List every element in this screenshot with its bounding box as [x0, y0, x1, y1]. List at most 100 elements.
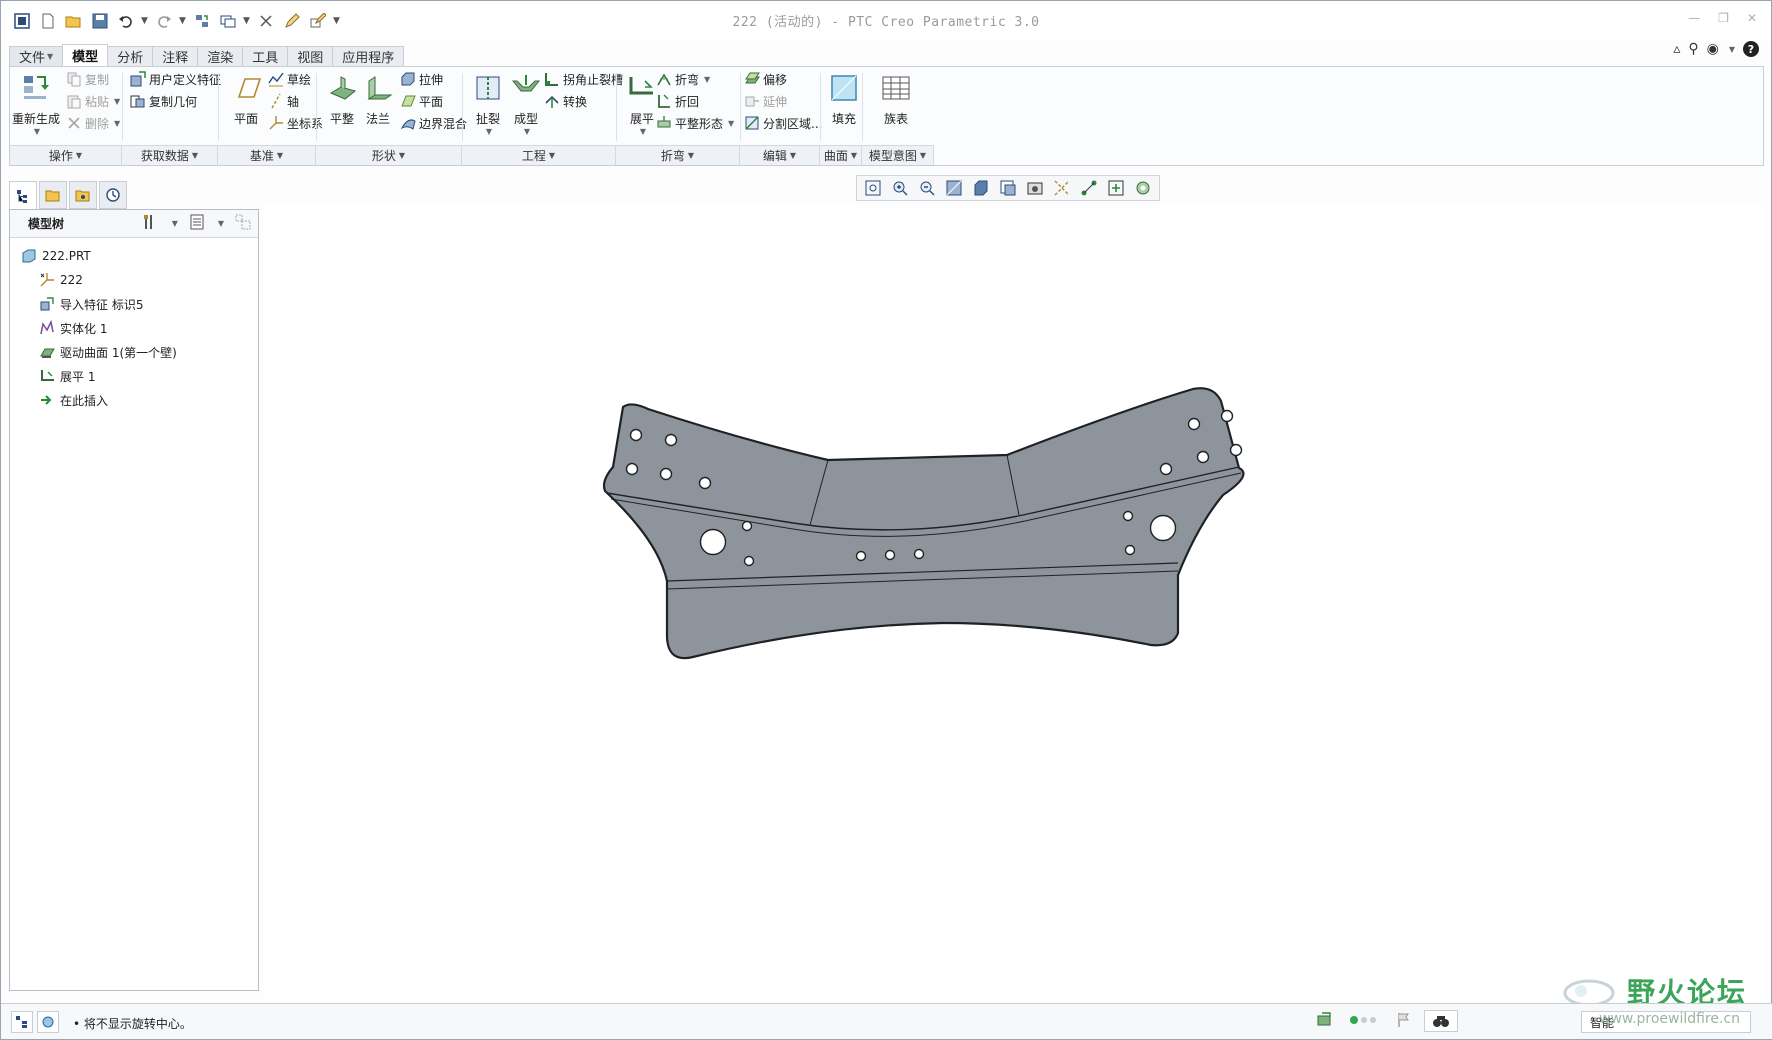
- tree-item-driving-surface[interactable]: 驱动曲面 1(第一个壁): [10, 340, 258, 364]
- model-tree-tab[interactable]: [9, 181, 37, 209]
- tree-item-solidify[interactable]: 实体化 1: [10, 316, 258, 340]
- boundary-blend-button[interactable]: 边界混合: [400, 113, 467, 133]
- offset-button[interactable]: 偏移: [744, 69, 787, 89]
- regenerate-button[interactable]: 重新生成 ▼: [12, 69, 60, 141]
- sketch-button[interactable]: 草绘: [268, 69, 311, 89]
- fill-button[interactable]: 填充: [822, 69, 866, 141]
- csys-icon: [268, 115, 284, 131]
- refit-icon[interactable]: [861, 177, 885, 199]
- group-engineering[interactable]: 工程 ▼: [462, 145, 616, 165]
- bend-back-button[interactable]: 折回: [656, 91, 699, 111]
- plane-button[interactable]: 平面: [224, 69, 268, 141]
- planar-button[interactable]: 平面: [400, 91, 443, 111]
- tab-model[interactable]: 模型: [62, 44, 109, 66]
- group-surfaces[interactable]: 曲面 ▼: [820, 145, 862, 165]
- show-dropdown-icon[interactable]: ▼: [218, 219, 224, 228]
- flange-button[interactable]: 法兰: [356, 69, 400, 141]
- graphics-area[interactable]: [263, 205, 1763, 1000]
- tree-item-unbend[interactable]: 展平 1: [10, 364, 258, 388]
- group-datum[interactable]: 基准 ▼: [218, 145, 316, 165]
- tree-item-csys[interactable]: 222: [10, 268, 258, 292]
- convert-button[interactable]: 转换: [544, 91, 587, 111]
- view-manager-icon[interactable]: [1023, 177, 1047, 199]
- axis-button[interactable]: 轴: [268, 91, 299, 111]
- family-table-button[interactable]: 族表: [874, 69, 918, 141]
- tree-settings-icon[interactable]: [142, 213, 160, 234]
- tree-filter-icon[interactable]: [234, 213, 252, 234]
- bend-button[interactable]: 折弯 ▼: [656, 69, 710, 89]
- tab-view[interactable]: 视图: [287, 46, 334, 66]
- find-icon[interactable]: [1424, 1010, 1458, 1032]
- repaint-icon[interactable]: [942, 177, 966, 199]
- tab-analysis[interactable]: 分析: [107, 46, 154, 66]
- group-bends[interactable]: 折弯 ▼: [616, 145, 740, 165]
- spin-center-icon[interactable]: [1104, 177, 1128, 199]
- tab-tools[interactable]: 工具: [242, 46, 289, 66]
- group-model-intent-label: 模型意图: [868, 149, 917, 163]
- paste-button[interactable]: 粘贴 ▼: [66, 91, 120, 111]
- form-button[interactable]: 成型 ▼: [504, 69, 548, 141]
- flat-state-dropdown-icon[interactable]: ▼: [728, 119, 734, 128]
- community-dropdown-icon[interactable]: ▼: [1729, 45, 1735, 54]
- search-icon[interactable]: ⚲: [1688, 41, 1698, 57]
- delete-dropdown-icon[interactable]: ▼: [114, 119, 120, 128]
- tab-file[interactable]: 文件 ▼: [9, 46, 64, 66]
- family-table-label: 族表: [883, 112, 908, 126]
- tab-applications-label: 应用程序: [342, 51, 395, 66]
- zoom-in-icon[interactable]: [888, 177, 912, 199]
- folder-browser-tab[interactable]: [39, 181, 67, 209]
- show-columns-icon[interactable]: [188, 213, 206, 234]
- minimize-icon[interactable]: —: [1688, 11, 1700, 25]
- sheetmetal-part[interactable]: [263, 205, 1763, 1000]
- help-icon[interactable]: ?: [1743, 41, 1759, 57]
- form-dropdown-icon[interactable]: ▼: [524, 127, 530, 136]
- close-icon[interactable]: ✕: [1747, 11, 1757, 25]
- bend-dropdown-icon[interactable]: ▼: [704, 75, 710, 84]
- community-icon[interactable]: ◉: [1707, 41, 1719, 57]
- regen-status-icon[interactable]: [1316, 1011, 1334, 1032]
- csys-button[interactable]: 坐标系: [268, 113, 323, 133]
- tab-view-label: 视图: [297, 51, 324, 66]
- display-style-icon[interactable]: [969, 177, 993, 199]
- toggle-browser-icon[interactable]: [37, 1011, 59, 1033]
- group-shapes[interactable]: 形状 ▼: [316, 145, 462, 165]
- favorites-tab[interactable]: [69, 181, 97, 209]
- delete-button[interactable]: 删除 ▼: [66, 113, 120, 133]
- group-operations[interactable]: 操作 ▼: [10, 145, 122, 165]
- tab-applications[interactable]: 应用程序: [332, 46, 405, 66]
- zoom-out-icon[interactable]: [915, 177, 939, 199]
- group-editing[interactable]: 编辑 ▼: [740, 145, 820, 165]
- regenerate-dropdown-icon[interactable]: ▼: [34, 127, 40, 136]
- datum-display-icon[interactable]: [1050, 177, 1074, 199]
- udf-button[interactable]: 用户定义特征: [130, 69, 221, 89]
- group-model-intent[interactable]: 模型意图 ▼: [862, 145, 934, 165]
- appearance-gallery-icon[interactable]: [1131, 177, 1155, 199]
- collapse-ribbon-icon[interactable]: ▵: [1673, 41, 1680, 57]
- tree-item-part[interactable]: 222.PRT: [10, 244, 258, 268]
- tree-item-import-feature[interactable]: 导入特征 标识5: [10, 292, 258, 316]
- split-area-button[interactable]: 分割区域...: [744, 113, 822, 133]
- history-tab[interactable]: [99, 181, 127, 209]
- tree-item-insert-here[interactable]: 在此插入: [10, 388, 258, 412]
- maximize-icon[interactable]: ❐: [1718, 11, 1729, 25]
- rip-dropdown-icon[interactable]: ▼: [486, 127, 492, 136]
- flag-icon[interactable]: [1396, 1012, 1410, 1031]
- copy-button[interactable]: 复制: [66, 69, 109, 89]
- annotation-display-icon[interactable]: [1077, 177, 1101, 199]
- status-lights-icon: [1348, 1014, 1382, 1029]
- tree-settings-dropdown-icon[interactable]: ▼: [172, 219, 178, 228]
- axis-label: 轴: [287, 94, 300, 109]
- corner-relief-button[interactable]: 拐角止裂槽: [544, 69, 623, 89]
- saved-orientations-icon[interactable]: [996, 177, 1020, 199]
- group-get-data[interactable]: 获取数据 ▼: [122, 145, 218, 165]
- tab-annotate[interactable]: 注释: [152, 46, 199, 66]
- copy-geometry-button[interactable]: 复制几何: [130, 91, 197, 111]
- tab-render[interactable]: 渲染: [197, 46, 244, 66]
- paste-dropdown-icon[interactable]: ▼: [114, 97, 120, 106]
- extrude-button[interactable]: 拉伸: [400, 69, 443, 89]
- flat-state-button[interactable]: 平整形态 ▼: [656, 113, 734, 133]
- toggle-navigator-icon[interactable]: [11, 1011, 33, 1033]
- unbend-dropdown-icon[interactable]: ▼: [640, 127, 646, 136]
- extend-button[interactable]: 延伸: [744, 91, 787, 111]
- unbend-icon: [627, 73, 657, 103]
